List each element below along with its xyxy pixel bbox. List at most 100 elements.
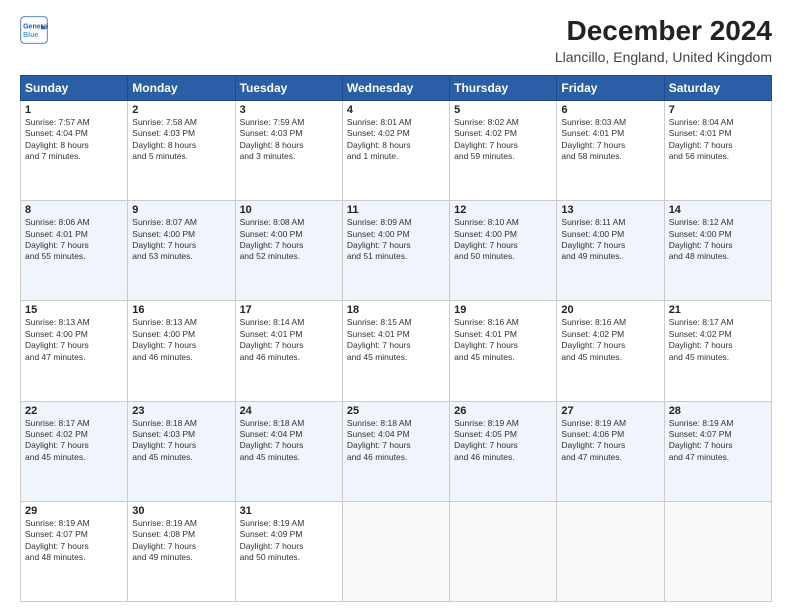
calendar-day-cell: 25Sunrise: 8:18 AM Sunset: 4:04 PM Dayli… (342, 401, 449, 501)
logo-icon: General Blue (20, 16, 48, 44)
day-info: Sunrise: 8:17 AM Sunset: 4:02 PM Dayligh… (25, 418, 123, 464)
calendar-day-cell: 15Sunrise: 8:13 AM Sunset: 4:00 PM Dayli… (21, 301, 128, 401)
day-info: Sunrise: 8:09 AM Sunset: 4:00 PM Dayligh… (347, 217, 445, 263)
calendar-week-row: 15Sunrise: 8:13 AM Sunset: 4:00 PM Dayli… (21, 301, 772, 401)
day-number: 23 (132, 405, 230, 417)
calendar-day-cell: 16Sunrise: 8:13 AM Sunset: 4:00 PM Dayli… (128, 301, 235, 401)
calendar-day-cell: 1Sunrise: 7:57 AM Sunset: 4:04 PM Daylig… (21, 100, 128, 200)
day-number: 14 (669, 204, 767, 216)
day-info: Sunrise: 8:19 AM Sunset: 4:05 PM Dayligh… (454, 418, 552, 464)
day-number: 20 (561, 304, 659, 316)
calendar-day-cell: 6Sunrise: 8:03 AM Sunset: 4:01 PM Daylig… (557, 100, 664, 200)
day-header-friday: Friday (557, 75, 664, 100)
day-info: Sunrise: 8:07 AM Sunset: 4:00 PM Dayligh… (132, 217, 230, 263)
day-info: Sunrise: 8:10 AM Sunset: 4:00 PM Dayligh… (454, 217, 552, 263)
day-number: 10 (240, 204, 338, 216)
day-number: 11 (347, 204, 445, 216)
calendar-week-row: 29Sunrise: 8:19 AM Sunset: 4:07 PM Dayli… (21, 501, 772, 601)
day-number: 2 (132, 104, 230, 116)
calendar-week-row: 1Sunrise: 7:57 AM Sunset: 4:04 PM Daylig… (21, 100, 772, 200)
svg-text:Blue: Blue (23, 32, 38, 39)
day-header-saturday: Saturday (664, 75, 771, 100)
day-number: 16 (132, 304, 230, 316)
calendar-day-cell: 23Sunrise: 8:18 AM Sunset: 4:03 PM Dayli… (128, 401, 235, 501)
day-header-thursday: Thursday (450, 75, 557, 100)
calendar-day-cell: 14Sunrise: 8:12 AM Sunset: 4:00 PM Dayli… (664, 201, 771, 301)
main-title: December 2024 (555, 16, 772, 47)
day-number: 18 (347, 304, 445, 316)
day-info: Sunrise: 8:01 AM Sunset: 4:02 PM Dayligh… (347, 117, 445, 163)
calendar-day-cell: 3Sunrise: 7:59 AM Sunset: 4:03 PM Daylig… (235, 100, 342, 200)
day-number: 6 (561, 104, 659, 116)
day-info: Sunrise: 8:12 AM Sunset: 4:00 PM Dayligh… (669, 217, 767, 263)
day-number: 5 (454, 104, 552, 116)
day-header-wednesday: Wednesday (342, 75, 449, 100)
day-info: Sunrise: 8:11 AM Sunset: 4:00 PM Dayligh… (561, 217, 659, 263)
day-number: 21 (669, 304, 767, 316)
calendar-day-cell: 10Sunrise: 8:08 AM Sunset: 4:00 PM Dayli… (235, 201, 342, 301)
header: General Blue December 2024 Llancillo, En… (20, 16, 772, 65)
day-info: Sunrise: 8:03 AM Sunset: 4:01 PM Dayligh… (561, 117, 659, 163)
day-info: Sunrise: 8:04 AM Sunset: 4:01 PM Dayligh… (669, 117, 767, 163)
calendar-day-cell: 19Sunrise: 8:16 AM Sunset: 4:01 PM Dayli… (450, 301, 557, 401)
empty-cell (342, 501, 449, 601)
day-number: 22 (25, 405, 123, 417)
calendar-day-cell: 12Sunrise: 8:10 AM Sunset: 4:00 PM Dayli… (450, 201, 557, 301)
day-number: 15 (25, 304, 123, 316)
day-info: Sunrise: 8:14 AM Sunset: 4:01 PM Dayligh… (240, 317, 338, 363)
day-header-tuesday: Tuesday (235, 75, 342, 100)
logo: General Blue (20, 16, 48, 44)
day-number: 25 (347, 405, 445, 417)
empty-cell (450, 501, 557, 601)
calendar-day-cell: 22Sunrise: 8:17 AM Sunset: 4:02 PM Dayli… (21, 401, 128, 501)
day-info: Sunrise: 8:18 AM Sunset: 4:04 PM Dayligh… (240, 418, 338, 464)
day-number: 3 (240, 104, 338, 116)
day-number: 4 (347, 104, 445, 116)
calendar-table: SundayMondayTuesdayWednesdayThursdayFrid… (20, 75, 772, 602)
day-info: Sunrise: 8:13 AM Sunset: 4:00 PM Dayligh… (25, 317, 123, 363)
calendar-week-row: 22Sunrise: 8:17 AM Sunset: 4:02 PM Dayli… (21, 401, 772, 501)
day-header-sunday: Sunday (21, 75, 128, 100)
calendar-day-cell: 29Sunrise: 8:19 AM Sunset: 4:07 PM Dayli… (21, 501, 128, 601)
calendar-day-cell: 13Sunrise: 8:11 AM Sunset: 4:00 PM Dayli… (557, 201, 664, 301)
day-info: Sunrise: 8:19 AM Sunset: 4:07 PM Dayligh… (25, 518, 123, 564)
day-number: 19 (454, 304, 552, 316)
calendar-day-cell: 28Sunrise: 8:19 AM Sunset: 4:07 PM Dayli… (664, 401, 771, 501)
calendar-day-cell: 5Sunrise: 8:02 AM Sunset: 4:02 PM Daylig… (450, 100, 557, 200)
day-number: 9 (132, 204, 230, 216)
calendar-day-cell: 30Sunrise: 8:19 AM Sunset: 4:08 PM Dayli… (128, 501, 235, 601)
day-info: Sunrise: 7:58 AM Sunset: 4:03 PM Dayligh… (132, 117, 230, 163)
calendar-day-cell: 26Sunrise: 8:19 AM Sunset: 4:05 PM Dayli… (450, 401, 557, 501)
day-number: 31 (240, 505, 338, 517)
calendar-week-row: 8Sunrise: 8:06 AM Sunset: 4:01 PM Daylig… (21, 201, 772, 301)
calendar-day-cell: 8Sunrise: 8:06 AM Sunset: 4:01 PM Daylig… (21, 201, 128, 301)
day-number: 28 (669, 405, 767, 417)
calendar-day-cell: 9Sunrise: 8:07 AM Sunset: 4:00 PM Daylig… (128, 201, 235, 301)
day-header-monday: Monday (128, 75, 235, 100)
day-info: Sunrise: 8:08 AM Sunset: 4:00 PM Dayligh… (240, 217, 338, 263)
page: General Blue December 2024 Llancillo, En… (0, 0, 792, 612)
calendar-day-cell: 4Sunrise: 8:01 AM Sunset: 4:02 PM Daylig… (342, 100, 449, 200)
svg-text:General: General (23, 23, 48, 30)
calendar-day-cell: 18Sunrise: 8:15 AM Sunset: 4:01 PM Dayli… (342, 301, 449, 401)
day-info: Sunrise: 7:59 AM Sunset: 4:03 PM Dayligh… (240, 117, 338, 163)
calendar-day-cell: 27Sunrise: 8:19 AM Sunset: 4:06 PM Dayli… (557, 401, 664, 501)
day-number: 26 (454, 405, 552, 417)
day-info: Sunrise: 8:18 AM Sunset: 4:04 PM Dayligh… (347, 418, 445, 464)
calendar-day-cell: 21Sunrise: 8:17 AM Sunset: 4:02 PM Dayli… (664, 301, 771, 401)
calendar-day-cell: 2Sunrise: 7:58 AM Sunset: 4:03 PM Daylig… (128, 100, 235, 200)
day-info: Sunrise: 8:19 AM Sunset: 4:08 PM Dayligh… (132, 518, 230, 564)
day-number: 27 (561, 405, 659, 417)
day-info: Sunrise: 8:15 AM Sunset: 4:01 PM Dayligh… (347, 317, 445, 363)
day-number: 30 (132, 505, 230, 517)
day-info: Sunrise: 7:57 AM Sunset: 4:04 PM Dayligh… (25, 117, 123, 163)
empty-cell (557, 501, 664, 601)
calendar-day-cell: 24Sunrise: 8:18 AM Sunset: 4:04 PM Dayli… (235, 401, 342, 501)
day-info: Sunrise: 8:17 AM Sunset: 4:02 PM Dayligh… (669, 317, 767, 363)
day-info: Sunrise: 8:19 AM Sunset: 4:06 PM Dayligh… (561, 418, 659, 464)
day-info: Sunrise: 8:19 AM Sunset: 4:07 PM Dayligh… (669, 418, 767, 464)
day-number: 8 (25, 204, 123, 216)
day-number: 12 (454, 204, 552, 216)
day-number: 13 (561, 204, 659, 216)
title-block: December 2024 Llancillo, England, United… (555, 16, 772, 65)
